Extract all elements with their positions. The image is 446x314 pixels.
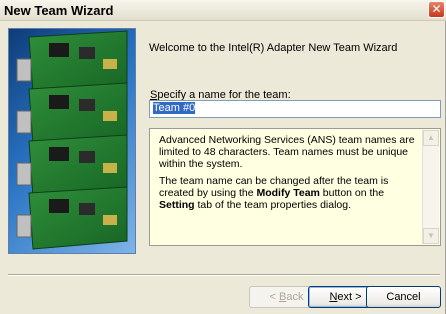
wizard-banner-image <box>8 28 136 254</box>
info-scrollbar[interactable]: ▲ ▼ <box>422 130 439 244</box>
wizard-window: New Team Wizard ✕ Welcome to the Intel(R… <box>0 0 446 314</box>
scroll-down-icon[interactable]: ▼ <box>423 228 439 244</box>
window-title: New Team Wizard <box>4 3 114 18</box>
team-name-value: Team #0 <box>153 102 196 114</box>
close-button[interactable]: ✕ <box>428 1 445 18</box>
close-icon: ✕ <box>431 2 442 16</box>
info-paragraph-1: Advanced Networking Services (ANS) team … <box>159 134 415 170</box>
scroll-up-icon[interactable]: ▲ <box>423 130 439 146</box>
team-name-input[interactable]: Team #0 <box>149 100 441 118</box>
cancel-button[interactable]: Cancel <box>366 286 441 308</box>
title-bar[interactable]: New Team Wizard ✕ <box>0 0 446 21</box>
network-adapter-cards-illustration <box>16 30 128 250</box>
info-panel: Advanced Networking Services (ANS) team … <box>149 128 441 246</box>
info-text: Advanced Networking Services (ANS) team … <box>159 134 417 216</box>
info-paragraph-2: The team name can be changed after the t… <box>159 175 389 211</box>
welcome-text: Welcome to the Intel(R) Adapter New Team… <box>149 42 398 54</box>
footer-separator <box>8 274 440 276</box>
